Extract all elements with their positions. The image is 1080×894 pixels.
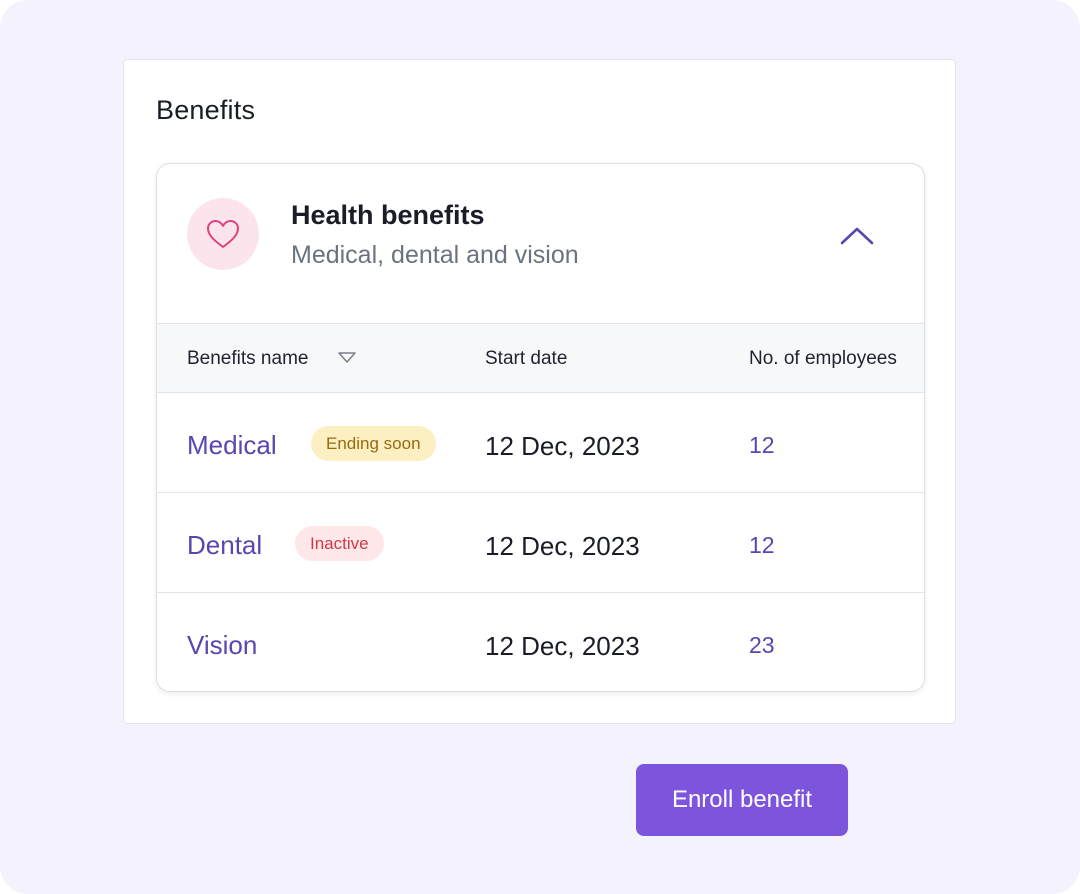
chevron-up-icon — [840, 227, 874, 245]
card-subtitle: Medical, dental and vision — [291, 241, 579, 269]
heart-icon-badge — [187, 198, 259, 270]
column-header-employees: No. of employees — [749, 348, 897, 369]
collapse-button[interactable] — [829, 216, 885, 256]
benefit-name-link[interactable]: Medical — [187, 430, 277, 461]
table-row[interactable]: Dental Inactive 12 Dec, 2023 12 — [157, 493, 924, 593]
sort-down-icon[interactable] — [337, 350, 357, 366]
heart-icon — [207, 220, 239, 248]
page-background: Benefits Health benefits Medical, dental… — [0, 0, 1080, 894]
column-header-benefits-name[interactable]: Benefits name — [187, 348, 308, 370]
start-date: 12 Dec, 2023 — [485, 531, 640, 561]
table-row[interactable]: Vision 12 Dec, 2023 23 — [157, 593, 924, 691]
card-header: Health benefits Medical, dental and visi… — [157, 164, 924, 323]
page-title: Benefits — [156, 95, 256, 125]
benefit-name-link[interactable]: Dental — [187, 530, 262, 561]
status-badge: Inactive — [295, 526, 384, 561]
health-benefits-card: Health benefits Medical, dental and visi… — [156, 163, 925, 692]
table-header: Benefits name Start date No. of employee… — [157, 323, 924, 393]
start-date: 12 Dec, 2023 — [485, 631, 640, 661]
benefit-name-link[interactable]: Vision — [187, 630, 257, 661]
card-title: Health benefits — [291, 200, 485, 230]
table-row[interactable]: Medical Ending soon 12 Dec, 2023 12 — [157, 393, 924, 493]
employee-count-link[interactable]: 12 — [749, 432, 775, 459]
benefits-panel: Benefits Health benefits Medical, dental… — [123, 59, 956, 724]
start-date: 12 Dec, 2023 — [485, 431, 640, 461]
column-header-start-date: Start date — [485, 348, 568, 369]
employee-count-link[interactable]: 12 — [749, 532, 775, 559]
enroll-benefit-button[interactable]: Enroll benefit — [636, 764, 848, 836]
employee-count-link[interactable]: 23 — [749, 632, 775, 659]
status-badge: Ending soon — [311, 426, 436, 461]
